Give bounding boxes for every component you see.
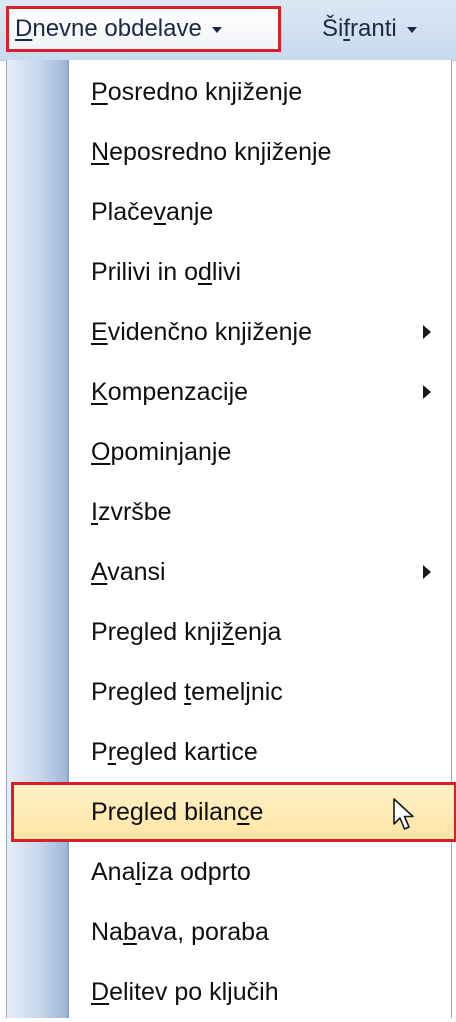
chevron-right-icon (423, 325, 431, 339)
menu-item-label: Neposredno knjiženje (91, 137, 332, 166)
menu-item-nabava-poraba[interactable]: Nabava, poraba (73, 902, 449, 962)
menu-bar: Dnevne obdelave Šifranti (0, 0, 456, 61)
chevron-down-icon (406, 27, 417, 33)
menu-item-label: Evidenčno knjiženje (91, 317, 312, 346)
menu-item-pregled-bilance[interactable]: Pregled bilance (11, 782, 456, 842)
menu-item-avansi[interactable]: Avansi (73, 542, 449, 602)
dropdown-menu: Posredno knjiženje Neposredno knjiženje … (6, 60, 456, 1018)
menu-item-evidencno-knjizenje[interactable]: Evidenčno knjiženje (73, 302, 449, 362)
menu-item-pregled-kartice[interactable]: Pregled kartice (73, 722, 449, 782)
chevron-down-icon (211, 27, 222, 33)
menu-item-label: Posredno knjiženje (91, 77, 303, 106)
menu-item-posredno-knjizenje[interactable]: Posredno knjiženje (73, 62, 449, 122)
chevron-right-icon (423, 385, 431, 399)
menu-item-label: Kompenzacije (91, 377, 249, 406)
menu-item-opominjanje[interactable]: Opominjanje (73, 422, 449, 482)
menu-item-analiza-odprto[interactable]: Analiza odprto (73, 842, 449, 902)
mouse-pointer-icon (393, 798, 414, 830)
menu-gutter-separator (69, 60, 70, 1018)
menu-item-placevanje[interactable]: Plačevanje (73, 182, 449, 242)
menu-label: Dnevne obdelave (15, 15, 202, 42)
menu-icon-gutter (7, 60, 69, 1018)
menu-item-pregled-temeljnic[interactable]: Pregled temeljnic (73, 662, 449, 722)
menu-label: Šifranti (322, 15, 397, 42)
menu-item-label: Opominjanje (91, 437, 232, 466)
menu-item-izvrsbe[interactable]: Izvršbe (73, 482, 449, 542)
chevron-right-icon (423, 565, 431, 579)
menu-item-label: Delitev po ključih (91, 977, 279, 1006)
menu-item-label: Avansi (91, 557, 166, 586)
menu-item-kompenzacije[interactable]: Kompenzacije (73, 362, 449, 422)
menu-item-label: Nabava, poraba (91, 917, 269, 946)
menu-item-label: Izvršbe (91, 497, 172, 526)
menu-item-label: Analiza odprto (91, 857, 251, 886)
menu-item-label: Plačevanje (91, 197, 214, 226)
menu-dnevne-obdelave[interactable]: Dnevne obdelave (6, 6, 281, 52)
menu-item-label: Pregled knjiženja (91, 617, 282, 646)
menu-item-label: Pregled bilance (91, 797, 264, 826)
menu-item-pregled-knjizenja[interactable]: Pregled knjiženja (73, 602, 449, 662)
menu-sifranti[interactable]: Šifranti (292, 6, 456, 52)
menu-item-label: Pregled temeljnic (91, 677, 283, 706)
menu-item-delitev-po-kljucih[interactable]: Delitev po ključih (73, 962, 449, 1022)
menu-item-label: Prilivi in odlivi (91, 257, 242, 286)
menu-item-neposredno-knjizenje[interactable]: Neposredno knjiženje (73, 122, 449, 182)
menu-item-label: Pregled kartice (91, 737, 258, 766)
menu-item-prilivi-in-odlivi[interactable]: Prilivi in odlivi (73, 242, 449, 302)
